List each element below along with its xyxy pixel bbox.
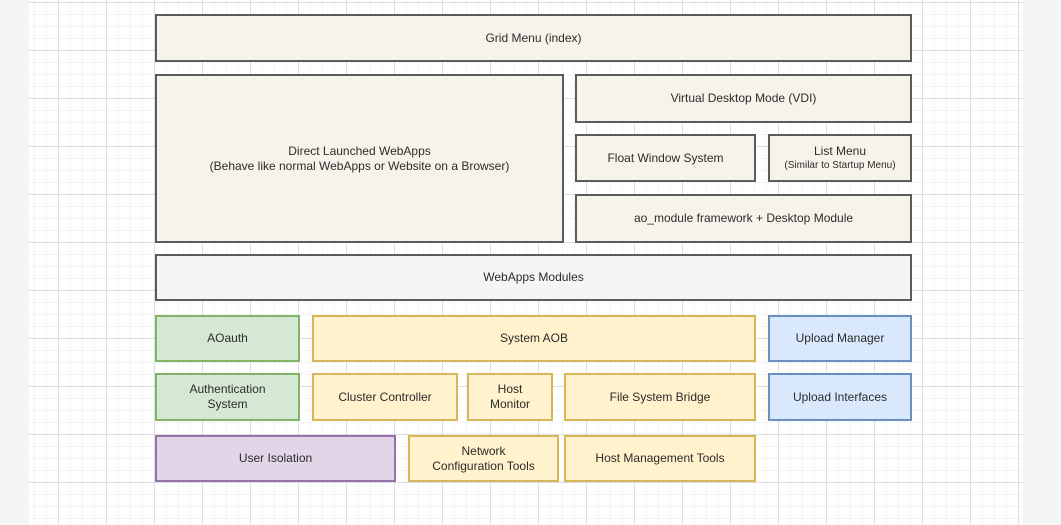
box-host-monitor-label: Host Monitor	[484, 382, 536, 412]
box-direct-launched-webapps-sublabel: (Behave like normal WebApps or Website o…	[210, 159, 510, 174]
box-upload-interfaces[interactable]: Upload Interfaces	[768, 373, 912, 421]
box-upload-manager-label: Upload Manager	[796, 331, 885, 346]
drawio-page: Grid Menu (index) Direct Launched WebApp…	[0, 0, 1061, 525]
box-user-isolation[interactable]: User Isolation	[155, 435, 396, 482]
box-virtual-desktop-mode[interactable]: Virtual Desktop Mode (VDI)	[575, 74, 912, 123]
box-list-menu-label: List Menu	[814, 144, 866, 159]
box-virtual-desktop-mode-label: Virtual Desktop Mode (VDI)	[671, 91, 817, 106]
box-float-window-system-label: Float Window System	[607, 151, 723, 166]
box-direct-launched-webapps-label: Direct Launched WebApps	[288, 144, 431, 159]
box-network-configuration-tools-label: Network Configuration Tools	[425, 444, 543, 474]
box-system-aob[interactable]: System AOB	[312, 315, 756, 362]
box-grid-menu-label: Grid Menu (index)	[485, 31, 581, 46]
box-system-aob-label: System AOB	[500, 331, 568, 346]
box-list-menu[interactable]: List Menu (Similar to Startup Menu)	[768, 134, 912, 182]
box-list-menu-sublabel: (Similar to Startup Menu)	[784, 159, 895, 172]
box-file-system-bridge-label: File System Bridge	[610, 390, 711, 405]
box-network-configuration-tools[interactable]: Network Configuration Tools	[408, 435, 559, 482]
box-authentication-system-label: Authentication System	[172, 382, 284, 412]
box-cluster-controller-label: Cluster Controller	[338, 390, 431, 405]
box-upload-interfaces-label: Upload Interfaces	[793, 390, 887, 405]
box-user-isolation-label: User Isolation	[239, 451, 312, 466]
box-aoauth[interactable]: AOauth	[155, 315, 300, 362]
box-authentication-system[interactable]: Authentication System	[155, 373, 300, 421]
box-webapps-modules-label: WebApps Modules	[483, 270, 584, 285]
box-webapps-modules[interactable]: WebApps Modules	[155, 254, 912, 301]
box-file-system-bridge[interactable]: File System Bridge	[564, 373, 756, 421]
diagram-canvas: Grid Menu (index) Direct Launched WebApp…	[29, 0, 1023, 525]
box-host-management-tools-label: Host Management Tools	[595, 451, 724, 466]
box-grid-menu[interactable]: Grid Menu (index)	[155, 14, 912, 62]
box-float-window-system[interactable]: Float Window System	[575, 134, 756, 182]
box-cluster-controller[interactable]: Cluster Controller	[312, 373, 458, 421]
box-upload-manager[interactable]: Upload Manager	[768, 315, 912, 362]
box-aoauth-label: AOauth	[207, 331, 248, 346]
box-ao-module-framework[interactable]: ao_module framework + Desktop Module	[575, 194, 912, 243]
box-host-management-tools[interactable]: Host Management Tools	[564, 435, 756, 482]
box-ao-module-framework-label: ao_module framework + Desktop Module	[634, 211, 853, 226]
box-host-monitor[interactable]: Host Monitor	[467, 373, 553, 421]
box-direct-launched-webapps[interactable]: Direct Launched WebApps (Behave like nor…	[155, 74, 564, 243]
